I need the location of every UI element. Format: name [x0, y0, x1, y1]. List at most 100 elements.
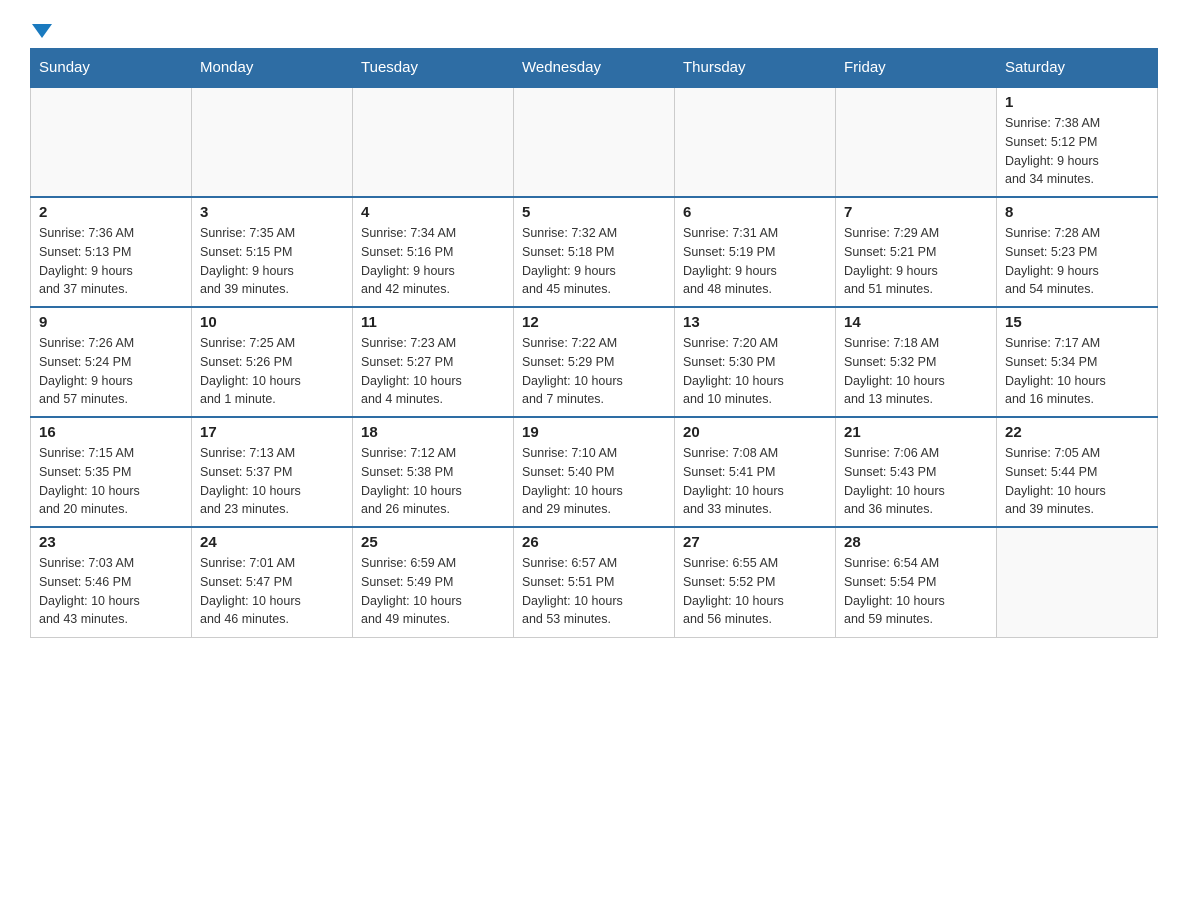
calendar-cell: 26 Sunrise: 6:57 AM Sunset: 5:51 PM Dayli… — [514, 527, 675, 637]
day-info: Sunrise: 7:36 AM Sunset: 5:13 PM Dayligh… — [39, 224, 183, 299]
calendar-cell: 14 Sunrise: 7:18 AM Sunset: 5:32 PM Dayli… — [836, 307, 997, 417]
day-number: 13 — [683, 314, 827, 331]
calendar-cell: 16 Sunrise: 7:15 AM Sunset: 5:35 PM Dayli… — [31, 417, 192, 527]
day-number: 22 — [1005, 424, 1149, 441]
calendar-cell: 2 Sunrise: 7:36 AM Sunset: 5:13 PM Daylig… — [31, 197, 192, 307]
calendar-cell — [353, 87, 514, 197]
day-header-wednesday: Wednesday — [514, 49, 675, 88]
header — [30, 20, 1158, 38]
calendar-cell: 1 Sunrise: 7:38 AM Sunset: 5:12 PM Daylig… — [997, 87, 1158, 197]
day-number: 10 — [200, 314, 344, 331]
week-row-4: 16 Sunrise: 7:15 AM Sunset: 5:35 PM Dayli… — [31, 417, 1158, 527]
day-number: 26 — [522, 534, 666, 551]
day-header-thursday: Thursday — [675, 49, 836, 88]
day-info: Sunrise: 7:26 AM Sunset: 5:24 PM Dayligh… — [39, 334, 183, 409]
calendar-cell: 18 Sunrise: 7:12 AM Sunset: 5:38 PM Dayli… — [353, 417, 514, 527]
calendar-cell: 15 Sunrise: 7:17 AM Sunset: 5:34 PM Dayli… — [997, 307, 1158, 417]
calendar-cell: 8 Sunrise: 7:28 AM Sunset: 5:23 PM Daylig… — [997, 197, 1158, 307]
calendar-cell: 13 Sunrise: 7:20 AM Sunset: 5:30 PM Dayli… — [675, 307, 836, 417]
day-number: 14 — [844, 314, 988, 331]
calendar-cell: 23Sunrise: 7:03 AM Sunset: 5:46 PM Dayli… — [31, 527, 192, 637]
day-info: Sunrise: 7:01 AM Sunset: 5:47 PM Dayligh… — [200, 554, 344, 629]
day-number: 19 — [522, 424, 666, 441]
calendar-cell — [514, 87, 675, 197]
day-info: Sunrise: 6:55 AM Sunset: 5:52 PM Dayligh… — [683, 554, 827, 629]
calendar-cell — [997, 527, 1158, 637]
day-header-friday: Friday — [836, 49, 997, 88]
day-number: 1 — [1005, 94, 1149, 111]
day-number: 9 — [39, 314, 183, 331]
day-number: 17 — [200, 424, 344, 441]
day-number: 2 — [39, 204, 183, 221]
calendar-cell: 10 Sunrise: 7:25 AM Sunset: 5:26 PM Dayli… — [192, 307, 353, 417]
calendar-cell: 24Sunrise: 7:01 AM Sunset: 5:47 PM Dayli… — [192, 527, 353, 637]
calendar-cell: 19 Sunrise: 7:10 AM Sunset: 5:40 PM Dayli… — [514, 417, 675, 527]
week-row-5: 23Sunrise: 7:03 AM Sunset: 5:46 PM Dayli… — [31, 527, 1158, 637]
calendar-cell — [31, 87, 192, 197]
day-number: 18 — [361, 424, 505, 441]
day-info: Sunrise: 7:23 AM Sunset: 5:27 PM Dayligh… — [361, 334, 505, 409]
week-row-3: 9 Sunrise: 7:26 AM Sunset: 5:24 PM Daylig… — [31, 307, 1158, 417]
day-info: Sunrise: 7:32 AM Sunset: 5:18 PM Dayligh… — [522, 224, 666, 299]
day-info: Sunrise: 7:17 AM Sunset: 5:34 PM Dayligh… — [1005, 334, 1149, 409]
day-info: Sunrise: 7:13 AM Sunset: 5:37 PM Dayligh… — [200, 444, 344, 519]
day-number: 15 — [1005, 314, 1149, 331]
day-number: 8 — [1005, 204, 1149, 221]
day-info: Sunrise: 7:10 AM Sunset: 5:40 PM Dayligh… — [522, 444, 666, 519]
day-header-tuesday: Tuesday — [353, 49, 514, 88]
calendar-cell: 25 Sunrise: 6:59 AM Sunset: 5:49 PM Dayli… — [353, 527, 514, 637]
day-number: 21 — [844, 424, 988, 441]
day-number: 7 — [844, 204, 988, 221]
logo — [30, 20, 52, 38]
calendar-table: SundayMondayTuesdayWednesdayThursdayFrid… — [30, 48, 1158, 638]
day-info: Sunrise: 7:34 AM Sunset: 5:16 PM Dayligh… — [361, 224, 505, 299]
day-header-monday: Monday — [192, 49, 353, 88]
day-number: 4 — [361, 204, 505, 221]
day-number: 28 — [844, 534, 988, 551]
day-info: Sunrise: 7:31 AM Sunset: 5:19 PM Dayligh… — [683, 224, 827, 299]
calendar-cell: 28 Sunrise: 6:54 AM Sunset: 5:54 PM Dayli… — [836, 527, 997, 637]
day-info: Sunrise: 7:05 AM Sunset: 5:44 PM Dayligh… — [1005, 444, 1149, 519]
day-number: 3 — [200, 204, 344, 221]
calendar-cell: 20 Sunrise: 7:08 AM Sunset: 5:41 PM Dayli… — [675, 417, 836, 527]
day-info: Sunrise: 6:59 AM Sunset: 5:49 PM Dayligh… — [361, 554, 505, 629]
day-info: Sunrise: 7:08 AM Sunset: 5:41 PM Dayligh… — [683, 444, 827, 519]
calendar-cell: 4 Sunrise: 7:34 AM Sunset: 5:16 PM Daylig… — [353, 197, 514, 307]
calendar-cell — [192, 87, 353, 197]
calendar-cell: 9 Sunrise: 7:26 AM Sunset: 5:24 PM Daylig… — [31, 307, 192, 417]
day-number: 16 — [39, 424, 183, 441]
week-row-1: 1 Sunrise: 7:38 AM Sunset: 5:12 PM Daylig… — [31, 87, 1158, 197]
day-info: Sunrise: 7:25 AM Sunset: 5:26 PM Dayligh… — [200, 334, 344, 409]
day-header-saturday: Saturday — [997, 49, 1158, 88]
day-info: Sunrise: 6:57 AM Sunset: 5:51 PM Dayligh… — [522, 554, 666, 629]
day-number: 23 — [39, 534, 183, 551]
week-row-2: 2 Sunrise: 7:36 AM Sunset: 5:13 PM Daylig… — [31, 197, 1158, 307]
day-number: 6 — [683, 204, 827, 221]
calendar-cell: 22 Sunrise: 7:05 AM Sunset: 5:44 PM Dayli… — [997, 417, 1158, 527]
calendar-cell — [836, 87, 997, 197]
day-info: Sunrise: 7:38 AM Sunset: 5:12 PM Dayligh… — [1005, 114, 1149, 189]
day-info: Sunrise: 6:54 AM Sunset: 5:54 PM Dayligh… — [844, 554, 988, 629]
day-number: 11 — [361, 314, 505, 331]
day-info: Sunrise: 7:15 AM Sunset: 5:35 PM Dayligh… — [39, 444, 183, 519]
day-number: 25 — [361, 534, 505, 551]
day-info: Sunrise: 7:28 AM Sunset: 5:23 PM Dayligh… — [1005, 224, 1149, 299]
day-info: Sunrise: 7:22 AM Sunset: 5:29 PM Dayligh… — [522, 334, 666, 409]
calendar-cell: 17 Sunrise: 7:13 AM Sunset: 5:37 PM Dayli… — [192, 417, 353, 527]
logo-arrow-icon — [32, 24, 52, 38]
day-info: Sunrise: 7:12 AM Sunset: 5:38 PM Dayligh… — [361, 444, 505, 519]
day-info: Sunrise: 7:20 AM Sunset: 5:30 PM Dayligh… — [683, 334, 827, 409]
calendar-header: SundayMondayTuesdayWednesdayThursdayFrid… — [31, 49, 1158, 88]
calendar-cell: 11 Sunrise: 7:23 AM Sunset: 5:27 PM Dayli… — [353, 307, 514, 417]
day-info: Sunrise: 7:18 AM Sunset: 5:32 PM Dayligh… — [844, 334, 988, 409]
day-number: 12 — [522, 314, 666, 331]
calendar-cell: 5 Sunrise: 7:32 AM Sunset: 5:18 PM Daylig… — [514, 197, 675, 307]
calendar-cell: 27Sunrise: 6:55 AM Sunset: 5:52 PM Dayli… — [675, 527, 836, 637]
day-headers-row: SundayMondayTuesdayWednesdayThursdayFrid… — [31, 49, 1158, 88]
calendar-cell — [675, 87, 836, 197]
calendar-cell: 3Sunrise: 7:35 AM Sunset: 5:15 PM Daylig… — [192, 197, 353, 307]
day-number: 20 — [683, 424, 827, 441]
day-number: 5 — [522, 204, 666, 221]
calendar-cell: 7Sunrise: 7:29 AM Sunset: 5:21 PM Daylig… — [836, 197, 997, 307]
day-header-sunday: Sunday — [31, 49, 192, 88]
